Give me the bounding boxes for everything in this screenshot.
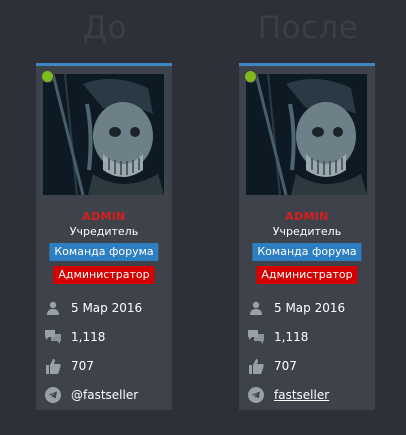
online-indicator	[244, 70, 257, 83]
avatar-image	[246, 74, 367, 195]
joined-date: 5 Мар 2016	[248, 298, 345, 318]
chat-bubbles-icon	[45, 329, 61, 345]
thumbs-up-icon	[248, 358, 264, 374]
after-title: После	[257, 10, 359, 46]
joined-date: 5 Мар 2016	[45, 298, 142, 318]
telegram-handle: @fastseller	[71, 388, 139, 402]
message-count: 1,118	[248, 327, 308, 347]
chat-bubbles-icon	[248, 329, 264, 345]
badge-forum-team: Команда форума	[252, 243, 362, 261]
thumbs-up-icon	[45, 358, 61, 374]
telegram-icon	[248, 387, 264, 403]
reaction-score: 707	[248, 356, 297, 376]
reaction-score-value: 707	[71, 359, 94, 373]
badge-administrator: Администратор	[53, 266, 155, 284]
user-card-after: ADMIN Учредитель Команда форума Админист…	[239, 63, 375, 410]
reaction-score: 707	[45, 356, 94, 376]
username[interactable]: ADMIN	[36, 210, 172, 223]
user-card-before: ADMIN Учредитель Команда форума Админист…	[36, 63, 172, 410]
joined-value: 5 Мар 2016	[274, 301, 346, 315]
telegram-link[interactable]: fastseller	[274, 388, 329, 402]
avatar[interactable]	[43, 74, 164, 195]
before-title: До	[82, 10, 128, 46]
username[interactable]: ADMIN	[239, 210, 375, 223]
message-count: 1,118	[45, 327, 105, 347]
user-icon	[248, 300, 264, 316]
user-title: Учредитель	[69, 225, 139, 238]
online-indicator	[41, 70, 54, 83]
telegram-contact: @fastseller	[45, 385, 138, 405]
message-count-value: 1,118	[71, 330, 106, 344]
badge-forum-team: Команда форума	[49, 243, 159, 261]
avatar[interactable]	[246, 74, 367, 195]
telegram-icon	[45, 387, 61, 403]
joined-value: 5 Мар 2016	[71, 301, 143, 315]
user-title: Учредитель	[272, 225, 342, 238]
reaction-score-value: 707	[274, 359, 297, 373]
message-count-value: 1,118	[274, 330, 309, 344]
user-icon	[45, 300, 61, 316]
avatar-image	[43, 74, 164, 195]
badge-administrator: Администратор	[256, 266, 358, 284]
telegram-contact: fastseller	[248, 385, 329, 405]
